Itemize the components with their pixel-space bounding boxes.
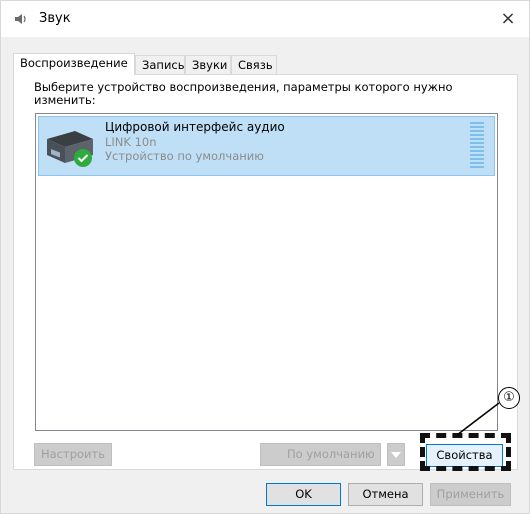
device-item[interactable]: Цифровой интерфейс аудио LINK 10n Устрой…	[38, 116, 495, 176]
callout-marker: ①	[498, 387, 520, 409]
tab-sounds[interactable]: Звуки	[185, 55, 231, 74]
device-list[interactable]: Цифровой интерфейс аудио LINK 10n Устрой…	[35, 113, 498, 431]
title-bar: Звук ×	[1, 1, 529, 37]
sound-dialog: Звук × Воспроизведение Запись Звуки Связ…	[0, 0, 530, 514]
device-name: Цифровой интерфейс аудио	[105, 120, 285, 134]
set-default-button[interactable]: По умолчанию	[260, 443, 381, 466]
set-default-dropdown[interactable]	[387, 443, 405, 466]
properties-button[interactable]: Свойства	[426, 444, 503, 467]
device-status: Устройство по умолчанию	[105, 149, 264, 163]
configure-button[interactable]: Настроить	[34, 443, 112, 466]
ok-button[interactable]: OK	[266, 483, 341, 506]
default-check-icon	[74, 149, 92, 167]
cancel-button[interactable]: Отмена	[348, 483, 423, 506]
speaker-icon	[15, 14, 26, 24]
device-prompt: Выберите устройство воспроизведения, пар…	[34, 80, 453, 107]
digital-audio-device-icon	[47, 131, 93, 167]
tab-communications[interactable]: Связь	[231, 55, 277, 74]
level-meter	[470, 122, 484, 170]
apply-button[interactable]: Применить	[430, 483, 511, 506]
chevron-down-icon	[391, 452, 401, 458]
callout-line	[456, 402, 500, 436]
close-button[interactable]: ×	[495, 7, 521, 31]
window-title: Звук	[39, 11, 71, 26]
tab-playback[interactable]: Воспроизведение	[13, 53, 135, 75]
tab-recording[interactable]: Запись	[135, 55, 185, 74]
device-model: LINK 10n	[105, 135, 157, 149]
